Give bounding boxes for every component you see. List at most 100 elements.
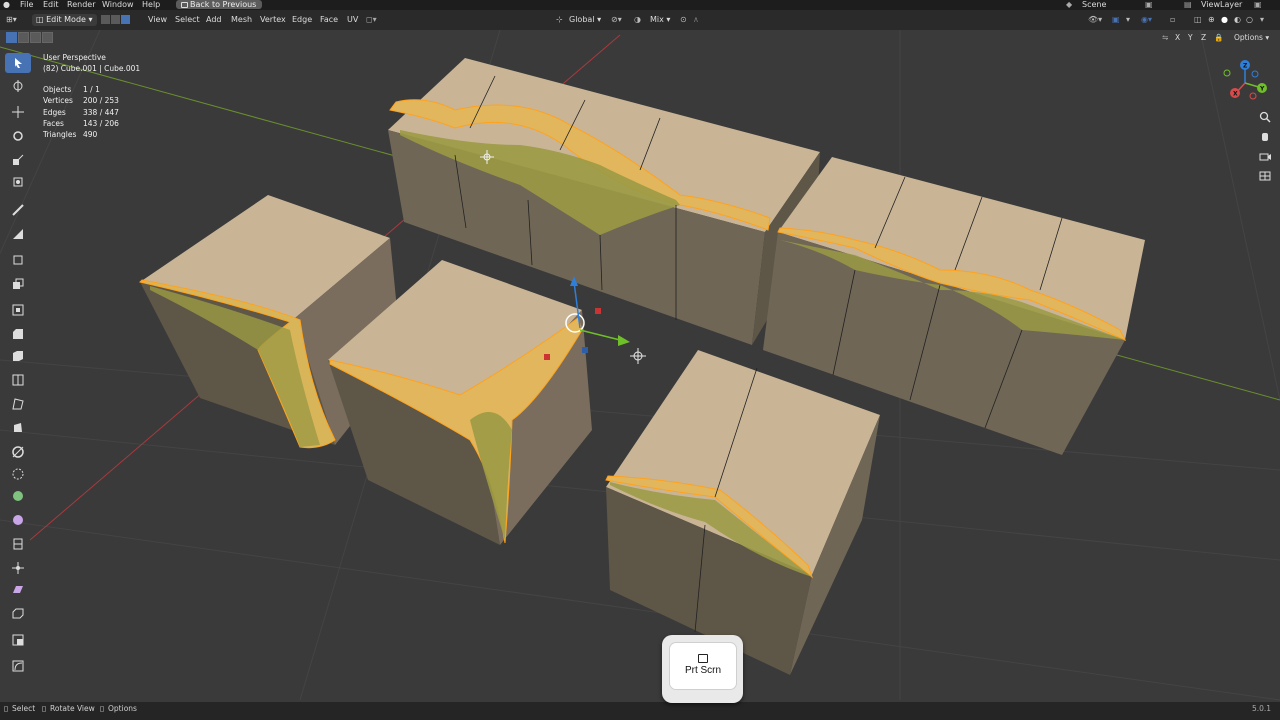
perspective-toggle-icon[interactable]: [1257, 168, 1273, 184]
tool-scale-cage[interactable]: [5, 630, 31, 650]
scene-icon[interactable]: ◆: [1066, 0, 1072, 10]
editor-type-icon[interactable]: ⊞▾: [6, 10, 17, 30]
tool-randomize[interactable]: [5, 580, 31, 600]
menu-edit[interactable]: Edit: [43, 0, 59, 10]
tool-smooth[interactable]: [5, 442, 31, 462]
menu-vertex[interactable]: Vertex: [260, 10, 286, 30]
tool-add-cube[interactable]: [5, 250, 31, 270]
viewport-info: User Perspective (82) Cube.001 | Cube.00…: [43, 52, 140, 75]
viewlayer-name[interactable]: ViewLayer: [1201, 0, 1242, 10]
scene-copy-icon[interactable]: ▣: [1145, 0, 1153, 10]
material-shading-icon[interactable]: ◐: [1234, 10, 1241, 30]
tool-loop-cut[interactable]: [5, 346, 31, 366]
wireframe-shading-icon[interactable]: ⊕: [1208, 10, 1215, 30]
transform-orientation-dropdown[interactable]: Global ▾: [569, 10, 601, 30]
status-select-hint: Select: [12, 704, 36, 713]
xray-toggle-icon[interactable]: ▫: [1170, 10, 1175, 30]
tool-to-sphere[interactable]: [5, 558, 31, 578]
menu-window[interactable]: Window: [102, 0, 134, 10]
lock-icon[interactable]: 🔒: [1214, 32, 1223, 43]
viewlayer-icon[interactable]: ▤: [1184, 0, 1192, 10]
back-to-previous-button[interactable]: Back to Previous: [176, 0, 263, 9]
menu-mesh[interactable]: Mesh: [231, 10, 252, 30]
overlays-toggle-icon[interactable]: ◉▾: [1141, 10, 1152, 30]
vertex-select-icon[interactable]: [101, 15, 110, 24]
pan-hand-icon[interactable]: [1257, 129, 1273, 145]
solid-shading-icon[interactable]: ●: [1221, 10, 1228, 30]
menu-file[interactable]: File: [20, 0, 33, 10]
tool-knife[interactable]: [5, 370, 31, 390]
menu-help[interactable]: Help: [142, 0, 160, 10]
menu-render[interactable]: Render: [67, 0, 95, 10]
mode-subtract-icon[interactable]: [30, 32, 41, 43]
options-dropdown[interactable]: Options ▾: [1234, 32, 1269, 43]
menu-uv[interactable]: UV: [347, 10, 358, 30]
stat-value: 338 / 447: [83, 107, 119, 117]
gizmo-toggle-icon[interactable]: ▣: [1112, 10, 1120, 30]
mirror-z-toggle[interactable]: Z: [1201, 32, 1206, 43]
tool-shrink-fatten[interactable]: [5, 486, 31, 506]
scene-name[interactable]: Scene: [1082, 0, 1106, 10]
edge-select-icon[interactable]: [111, 15, 120, 24]
proportional-mode-dropdown[interactable]: Mix ▾: [650, 10, 670, 30]
tool-shear[interactable]: [5, 510, 31, 530]
screenshot-icon: [698, 654, 708, 663]
tool-transform[interactable]: [5, 172, 31, 192]
menu-add[interactable]: Add: [206, 10, 222, 30]
blender-logo-icon[interactable]: ●: [3, 0, 10, 10]
pivot-point-icon[interactable]: ⊘▾: [611, 10, 622, 30]
tool-bevel[interactable]: [5, 324, 31, 344]
tool-extrude[interactable]: [5, 274, 31, 294]
falloff-icon[interactable]: ∧: [693, 10, 699, 30]
proportional-editing-icon[interactable]: ⊙: [680, 10, 687, 30]
mode-set-icon[interactable]: [6, 32, 17, 43]
tool-rip-region[interactable]: [5, 534, 31, 554]
tool-edit-curve[interactable]: [5, 656, 31, 676]
tool-measure[interactable]: [5, 224, 31, 244]
visibility-icon[interactable]: 👁▾: [1088, 10, 1102, 30]
mode-label: Edit Mode: [46, 15, 86, 24]
menu-select[interactable]: Select: [175, 10, 200, 30]
snap-icon[interactable]: ◑: [634, 10, 641, 30]
mirror-icon[interactable]: ⇋: [1162, 32, 1168, 43]
3d-cursor-icon[interactable]: [630, 348, 646, 364]
face-select-icon[interactable]: [121, 15, 130, 24]
menu-view[interactable]: View: [148, 10, 167, 30]
transform-icon: [13, 177, 23, 187]
randomize-icon: [13, 586, 23, 593]
mode-dropdown[interactable]: ◫ Edit Mode ▾: [32, 14, 97, 26]
tool-move[interactable]: [5, 102, 31, 122]
tool-spin[interactable]: [5, 418, 31, 438]
3d-viewport[interactable]: Z Y X ⇋ X Y Z 🔒 Options ▾: [0, 30, 1280, 702]
tool-rotate[interactable]: [5, 126, 31, 146]
mode-extend-icon[interactable]: [18, 32, 29, 43]
xray-icon[interactable]: ◫: [1194, 10, 1202, 30]
gizmo-z-label: Z: [1243, 63, 1248, 70]
loop-cut-icon: [13, 351, 23, 361]
menu-face[interactable]: Face: [320, 10, 338, 30]
mirror-y-toggle[interactable]: Y: [1188, 32, 1193, 43]
mode-intersect-icon[interactable]: [42, 32, 53, 43]
tool-inset[interactable]: [5, 300, 31, 320]
navigation-gizmo[interactable]: Z Y X: [1223, 60, 1267, 100]
tool-poly-build[interactable]: [5, 394, 31, 414]
stat-label: Faces: [43, 118, 64, 128]
menu-edge[interactable]: Edge: [292, 10, 312, 30]
stat-row: Objects 1 / 1: [43, 84, 119, 95]
tool-edge-slide[interactable]: [5, 464, 31, 484]
tool-cursor[interactable]: [5, 76, 31, 96]
viewlayer-copy-icon[interactable]: ▣: [1254, 0, 1262, 10]
rendered-shading-icon[interactable]: ○: [1246, 10, 1253, 30]
tool-push-pull[interactable]: [5, 604, 31, 624]
shading-options-icon[interactable]: ▾: [1260, 10, 1264, 30]
tool-scale[interactable]: [5, 150, 31, 170]
gizmo-dropdown-icon[interactable]: ▾: [1126, 10, 1130, 30]
tool-annotate[interactable]: [5, 200, 31, 220]
camera-view-icon[interactable]: [1257, 149, 1273, 165]
overlay-toggle-icon[interactable]: ◻▾: [366, 10, 377, 30]
zoom-icon[interactable]: [1257, 109, 1273, 125]
tool-select-box[interactable]: [5, 53, 31, 73]
status-options-hint: Options: [108, 704, 137, 713]
mirror-x-toggle[interactable]: X: [1175, 32, 1180, 43]
gizmo-y-label: Y: [1259, 86, 1265, 93]
